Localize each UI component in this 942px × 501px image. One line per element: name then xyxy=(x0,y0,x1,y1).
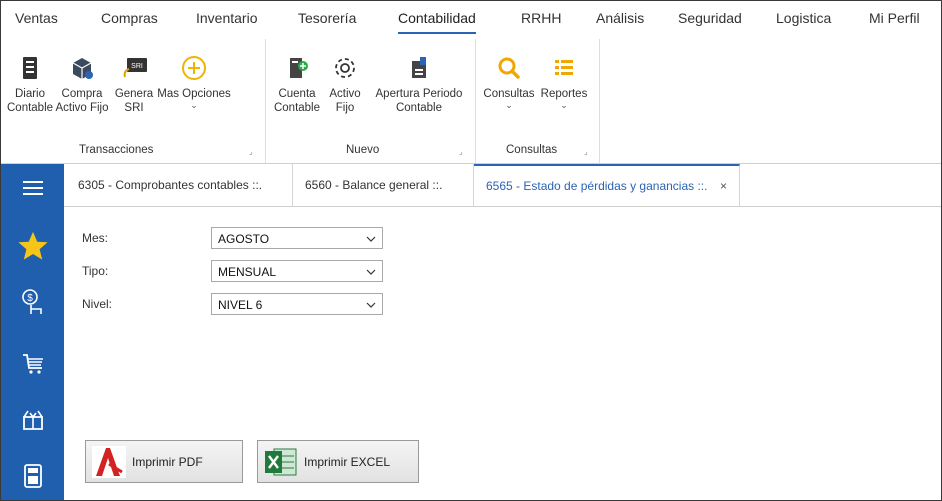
period-doc-icon xyxy=(406,55,432,81)
cuenta-contable-button[interactable]: Cuenta Contable xyxy=(271,55,323,115)
money-hand-icon[interactable]: $ xyxy=(17,286,49,318)
document-tabs: 6305 - Comprobantes contables ::. 6560 -… xyxy=(64,164,941,207)
excel-icon xyxy=(265,448,297,476)
cart-icon[interactable] xyxy=(17,348,49,380)
group-divider xyxy=(265,39,266,163)
chevron-down-icon: ⌄ xyxy=(190,100,198,110)
imprimir-pdf-label: Imprimir PDF xyxy=(132,455,203,469)
report-form: Mes: AGOSTO Tipo: MENSUAL Nivel: NIVEL 6… xyxy=(64,207,941,500)
ribbon: Diario Contable Compra Activo Fijo SRI G… xyxy=(1,39,941,164)
compra-activo-fijo-label: Compra Activo Fijo xyxy=(55,88,109,114)
chevron-down-icon xyxy=(366,236,376,242)
reportes-button[interactable]: Reportes ⌄ xyxy=(537,55,591,110)
svg-text:SRI: SRI xyxy=(131,63,143,70)
imprimir-pdf-button[interactable]: Imprimir PDF xyxy=(85,440,243,483)
pdf-icon xyxy=(92,446,126,478)
group-divider xyxy=(599,39,600,163)
menu-compras[interactable]: Compras xyxy=(101,10,158,26)
asset-box-icon xyxy=(69,55,95,81)
side-nav: $ xyxy=(1,164,64,500)
top-menu: Ventas Compras Inventario Tesorería Cont… xyxy=(1,1,941,40)
imprimir-excel-label: Imprimir EXCEL xyxy=(304,455,391,469)
sri-icon: SRI xyxy=(121,55,147,81)
group-divider xyxy=(475,39,476,163)
tab-label: 6305 - Comprobantes contables ::. xyxy=(78,178,263,192)
launcher-icon[interactable]: ⌟ xyxy=(249,147,253,156)
close-icon[interactable]: × xyxy=(720,166,727,206)
menu-inventario[interactable]: Inventario xyxy=(196,10,257,26)
nivel-value: NIVEL 6 xyxy=(218,298,263,312)
diario-contable-label: Diario Contable xyxy=(7,88,54,114)
chevron-down-icon: ⌄ xyxy=(505,100,513,110)
diario-contable-button[interactable]: Diario Contable xyxy=(7,55,53,115)
genera-sri-button[interactable]: SRI Genera SRI xyxy=(111,55,157,115)
menu-contabilidad[interactable]: Contabilidad xyxy=(398,10,476,34)
gear-icon xyxy=(332,55,358,81)
consultas-button[interactable]: Consultas ⌄ xyxy=(481,55,537,110)
genera-sri-label: Genera SRI xyxy=(114,88,154,114)
nivel-select[interactable]: NIVEL 6 xyxy=(211,293,383,315)
apertura-periodo-button[interactable]: Apertura Periodo Contable xyxy=(369,55,469,115)
activo-fijo-button[interactable]: Activo Fijo xyxy=(323,55,367,115)
menu-analisis[interactable]: Análisis xyxy=(596,10,644,26)
menu-logistica[interactable]: Logistica xyxy=(776,10,831,26)
calculator-icon[interactable] xyxy=(17,460,49,492)
launcher-icon[interactable]: ⌟ xyxy=(459,147,463,156)
tab-comprobantes[interactable]: 6305 - Comprobantes contables ::. xyxy=(64,164,293,206)
consultas-label: Consultas xyxy=(483,88,535,100)
ledger-icon xyxy=(17,55,43,81)
chevron-down-icon xyxy=(366,269,376,275)
tipo-value: MENSUAL xyxy=(218,265,277,279)
menu-mi-perfil[interactable]: Mi Perfil xyxy=(869,10,920,26)
chevron-down-icon xyxy=(366,302,376,308)
menu-ventas[interactable]: Ventas xyxy=(15,10,58,26)
mes-label: Mes: xyxy=(82,231,109,245)
mes-select[interactable]: AGOSTO xyxy=(211,227,383,249)
nivel-label: Nivel: xyxy=(82,297,113,311)
plus-circle-icon xyxy=(181,55,207,81)
activo-fijo-label: Activo Fijo xyxy=(329,88,361,114)
hamburger-icon[interactable] xyxy=(17,172,49,204)
tab-label: 6565 - Estado de pérdidas y ganancias ::… xyxy=(486,179,708,193)
tab-balance-general[interactable]: 6560 - Balance general ::. xyxy=(293,164,474,206)
cuenta-contable-label: Cuenta Contable xyxy=(273,88,321,114)
tab-estado-perdidas-ganancias[interactable]: 6565 - Estado de pérdidas y ganancias ::… xyxy=(474,164,740,206)
app-window: Ventas Compras Inventario Tesorería Cont… xyxy=(0,0,942,501)
mes-value: AGOSTO xyxy=(218,232,270,246)
account-doc-icon xyxy=(284,55,310,81)
tipo-select[interactable]: MENSUAL xyxy=(211,260,383,282)
menu-seguridad[interactable]: Seguridad xyxy=(678,10,742,26)
mas-opciones-label: Mas Opciones xyxy=(157,88,231,100)
launcher-icon[interactable]: ⌟ xyxy=(584,147,588,156)
reportes-label: Reportes xyxy=(540,88,588,100)
search-icon xyxy=(496,55,522,81)
menu-rrhh[interactable]: RRHH xyxy=(521,10,561,26)
imprimir-excel-button[interactable]: Imprimir EXCEL xyxy=(257,440,419,483)
menu-tesoreria[interactable]: Tesorería xyxy=(298,10,356,26)
tipo-label: Tipo: xyxy=(82,264,109,278)
svg-text:$: $ xyxy=(27,293,33,304)
chevron-down-icon: ⌄ xyxy=(560,100,568,110)
gift-icon[interactable] xyxy=(17,404,49,436)
group-label-transacciones: Transacciones xyxy=(79,144,154,156)
list-icon xyxy=(551,55,577,81)
compra-activo-fijo-button[interactable]: Compra Activo Fijo xyxy=(53,55,111,115)
group-label-nuevo: Nuevo xyxy=(346,144,380,156)
star-icon[interactable] xyxy=(17,230,49,262)
mas-opciones-button[interactable]: Mas Opciones ⌄ xyxy=(157,55,231,110)
group-label-consultas: Consultas xyxy=(506,144,558,156)
tab-label: 6560 - Balance general ::. xyxy=(305,178,443,192)
apertura-periodo-label: Apertura Periodo Contable xyxy=(375,88,463,114)
